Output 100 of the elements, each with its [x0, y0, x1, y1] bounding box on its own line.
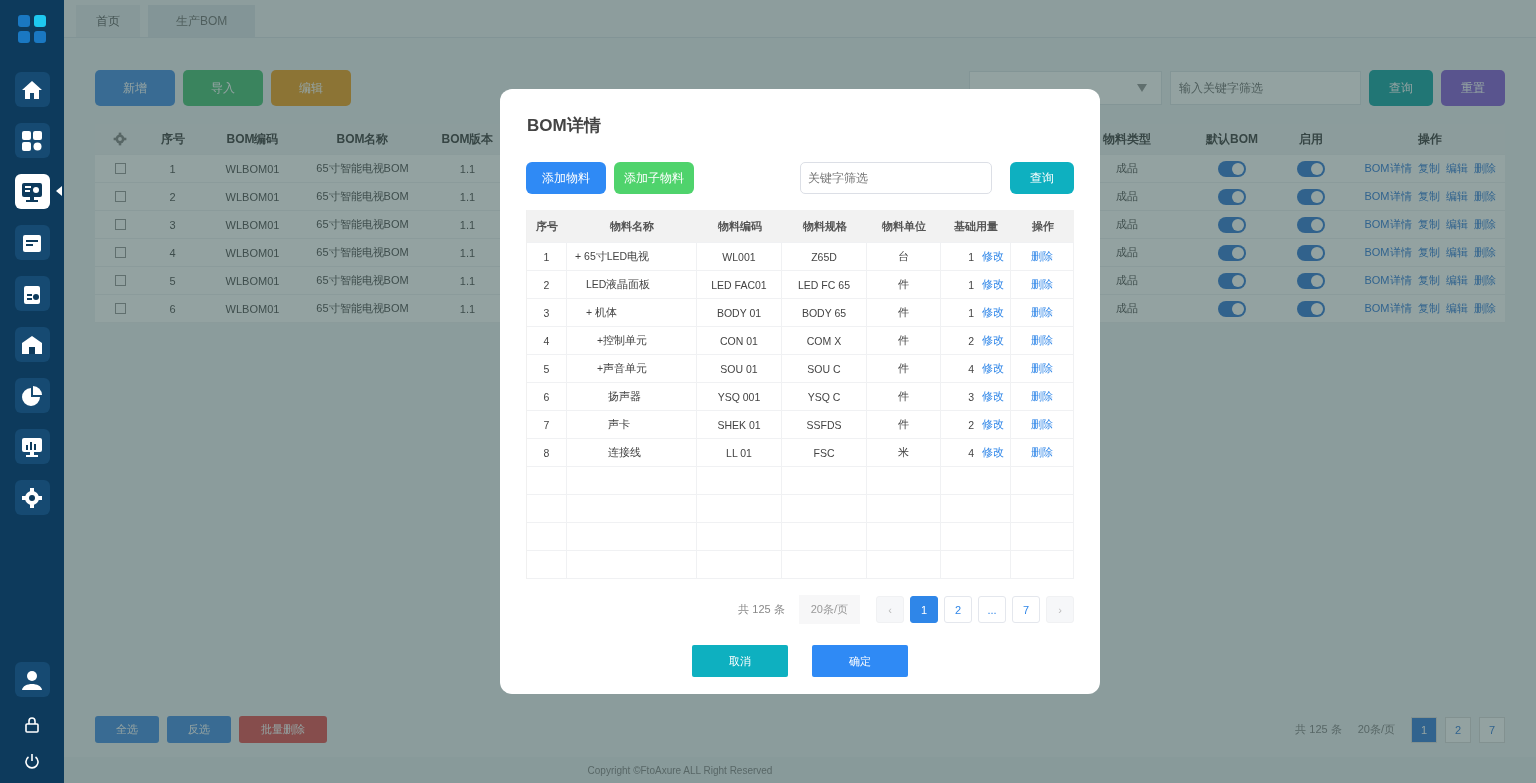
bulk-button[interactable]: 全选: [95, 716, 159, 743]
prev-page-button[interactable]: ‹: [876, 596, 904, 623]
tab[interactable]: 首页: [76, 5, 140, 37]
edit-link[interactable]: 修改: [982, 277, 1004, 292]
delete-link[interactable]: 删除: [1031, 333, 1053, 348]
table-cell: WL001: [697, 243, 782, 270]
action-link[interactable]: 删除: [1473, 217, 1496, 232]
row-checkbox[interactable]: [114, 163, 126, 174]
action-link[interactable]: 删除: [1473, 245, 1496, 260]
action-link[interactable]: 编辑: [1445, 161, 1468, 176]
action-link[interactable]: 编辑: [1445, 273, 1468, 288]
table-cell: WLBOM01: [225, 162, 280, 175]
query-button[interactable]: 查询: [1369, 70, 1433, 106]
sidebar-item[interactable]: [14, 378, 50, 413]
bulk-button[interactable]: 批量删除: [239, 716, 327, 743]
power-icon[interactable]: [24, 753, 40, 769]
lock-icon[interactable]: [25, 717, 39, 733]
action-link[interactable]: 编辑: [1445, 189, 1468, 204]
add-child-button[interactable]: 添加子物料: [614, 162, 694, 194]
toolbar-button[interactable]: 新增: [95, 70, 175, 106]
edit-link[interactable]: 修改: [982, 389, 1004, 404]
sidebar-item[interactable]: [14, 480, 50, 515]
table-cell: LED FAC01: [697, 271, 782, 298]
action-link[interactable]: 复制: [1417, 273, 1440, 288]
toggle-switch[interactable]: [1218, 160, 1246, 177]
page-button[interactable]: 7: [1479, 716, 1505, 743]
toggle-switch[interactable]: [1297, 300, 1325, 317]
query-button[interactable]: 查询: [1010, 162, 1074, 194]
sidebar-item[interactable]: [14, 225, 50, 260]
action-link[interactable]: 删除: [1473, 189, 1496, 204]
toggle-switch[interactable]: [1297, 272, 1325, 289]
delete-link[interactable]: 删除: [1031, 417, 1053, 432]
toggle-switch[interactable]: [1218, 216, 1246, 233]
row-checkbox[interactable]: [114, 247, 126, 258]
edit-link[interactable]: 修改: [982, 305, 1004, 320]
toggle-switch[interactable]: [1297, 188, 1325, 205]
table-cell: BODY 01: [697, 299, 782, 326]
action-link[interactable]: 复制: [1417, 245, 1440, 260]
cancel-button[interactable]: 取消: [692, 645, 788, 677]
action-link[interactable]: 编辑: [1445, 217, 1468, 232]
next-page-button[interactable]: ›: [1046, 596, 1074, 623]
page-button[interactable]: 2: [944, 596, 972, 623]
confirm-button[interactable]: 确定: [812, 645, 908, 677]
action-link[interactable]: BOM详情: [1364, 245, 1412, 260]
toggle-switch[interactable]: [1297, 244, 1325, 261]
delete-link[interactable]: 删除: [1031, 305, 1053, 320]
row-checkbox[interactable]: [114, 303, 126, 314]
page-button[interactable]: ...: [978, 596, 1006, 623]
delete-link[interactable]: 删除: [1031, 361, 1053, 376]
action-link[interactable]: BOM详情: [1364, 189, 1412, 204]
toggle-switch[interactable]: [1218, 188, 1246, 205]
toggle-switch[interactable]: [1297, 216, 1325, 233]
page-button[interactable]: 2: [1445, 716, 1471, 743]
delete-link[interactable]: 删除: [1031, 445, 1053, 460]
reset-button[interactable]: 重置: [1441, 70, 1505, 106]
row-checkbox[interactable]: [114, 191, 126, 202]
action-link[interactable]: BOM详情: [1364, 161, 1412, 176]
edit-link[interactable]: 修改: [982, 417, 1004, 432]
delete-link[interactable]: 删除: [1031, 277, 1053, 292]
page-button[interactable]: 7: [1012, 596, 1040, 623]
toggle-switch[interactable]: [1218, 244, 1246, 261]
action-link[interactable]: 删除: [1473, 273, 1496, 288]
row-checkbox[interactable]: [114, 275, 126, 286]
column-header: 物料编码: [716, 218, 763, 234]
edit-link[interactable]: 修改: [982, 249, 1004, 264]
edit-link[interactable]: 修改: [982, 333, 1004, 348]
action-link[interactable]: 复制: [1417, 217, 1440, 232]
action-link[interactable]: 删除: [1473, 301, 1496, 316]
row-checkbox[interactable]: [114, 219, 126, 230]
filter-field[interactable]: 关键字筛选: [800, 162, 992, 194]
action-link[interactable]: 删除: [1473, 161, 1496, 176]
sidebar-item[interactable]: [14, 429, 50, 464]
user-button[interactable]: [14, 662, 50, 697]
toggle-switch[interactable]: [1218, 272, 1246, 289]
action-link[interactable]: 复制: [1417, 161, 1440, 176]
toolbar-button[interactable]: 导入: [183, 70, 263, 106]
toggle-switch[interactable]: [1297, 160, 1325, 177]
sidebar-item[interactable]: [14, 72, 50, 107]
sidebar-item[interactable]: [14, 327, 50, 362]
delete-link[interactable]: 删除: [1031, 389, 1053, 404]
sidebar-item[interactable]: [14, 123, 50, 158]
edit-link[interactable]: 修改: [982, 445, 1004, 460]
sidebar-item[interactable]: [14, 276, 50, 311]
action-link[interactable]: BOM详情: [1364, 217, 1412, 232]
delete-link[interactable]: 删除: [1031, 249, 1053, 264]
edit-link[interactable]: 修改: [982, 361, 1004, 376]
action-link[interactable]: 复制: [1417, 301, 1440, 316]
action-link[interactable]: 复制: [1417, 189, 1440, 204]
page-button[interactable]: 1: [1411, 716, 1437, 743]
search-field[interactable]: 输入关键字筛选: [1170, 71, 1361, 105]
action-link[interactable]: BOM详情: [1364, 301, 1412, 316]
action-link[interactable]: BOM详情: [1364, 273, 1412, 288]
action-link[interactable]: 编辑: [1445, 301, 1468, 316]
action-link[interactable]: 编辑: [1445, 245, 1468, 260]
toolbar-button[interactable]: 编辑: [271, 70, 351, 106]
add-button[interactable]: 添加物料: [526, 162, 606, 194]
toggle-switch[interactable]: [1218, 300, 1246, 317]
page-button[interactable]: 1: [910, 596, 938, 623]
bulk-button[interactable]: 反选: [167, 716, 231, 743]
page-size-select[interactable]: 20条/页: [798, 595, 860, 624]
